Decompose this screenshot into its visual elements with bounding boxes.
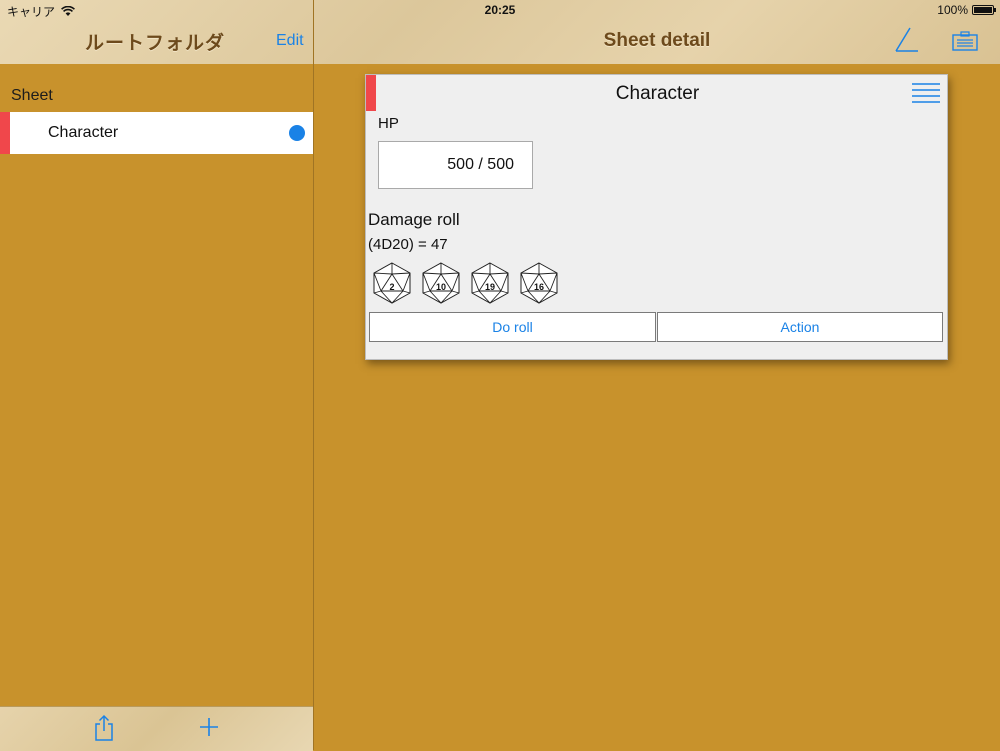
d20-die-icon: 2 bbox=[372, 261, 412, 305]
die-value: 10 bbox=[435, 282, 446, 292]
status-bar: キャリア 20:25 100% bbox=[0, 0, 1000, 20]
pen-icon[interactable] bbox=[893, 26, 919, 54]
d20-die-icon: 19 bbox=[470, 261, 510, 305]
do-roll-button[interactable]: Do roll bbox=[369, 312, 656, 342]
status-right: 100% bbox=[937, 3, 996, 17]
die-value: 16 bbox=[533, 282, 544, 292]
selected-dot-icon bbox=[289, 125, 305, 141]
list-item-label: Character bbox=[48, 124, 119, 141]
edit-button[interactable]: Edit bbox=[276, 32, 304, 50]
damage-roll-label: Damage roll bbox=[368, 210, 460, 229]
hp-field[interactable]: 500 / 500 bbox=[378, 141, 533, 189]
battery-percent: 100% bbox=[937, 3, 968, 17]
section-header-sheet: Sheet bbox=[11, 87, 53, 104]
list-item-character[interactable]: Character bbox=[0, 112, 313, 154]
master-pane bbox=[0, 64, 313, 706]
die-value: 2 bbox=[389, 282, 395, 292]
master-title: ルートフォルダ bbox=[84, 33, 225, 54]
plus-icon[interactable] bbox=[198, 716, 220, 738]
board-icon[interactable] bbox=[951, 30, 979, 52]
roll-result: (4D20) = 47 bbox=[368, 236, 448, 253]
split-divider bbox=[313, 0, 314, 750]
action-button[interactable]: Action bbox=[657, 312, 943, 342]
share-icon[interactable] bbox=[93, 714, 115, 742]
status-time: 20:25 bbox=[484, 3, 516, 17]
row-color-marker bbox=[0, 112, 10, 154]
d20-die-icon: 10 bbox=[421, 261, 461, 305]
card-title: Character bbox=[615, 83, 700, 104]
d20-die-icon: 16 bbox=[519, 261, 559, 305]
character-card: Character HP 500 / 500 Damage roll (4D20… bbox=[365, 74, 948, 360]
dice-row: 2 10 19 16 bbox=[372, 261, 559, 305]
hp-label: HP bbox=[378, 115, 399, 132]
die-value: 19 bbox=[484, 282, 495, 292]
menu-icon[interactable] bbox=[911, 81, 941, 105]
master-toolbar bbox=[0, 706, 313, 751]
battery-icon bbox=[972, 5, 996, 15]
